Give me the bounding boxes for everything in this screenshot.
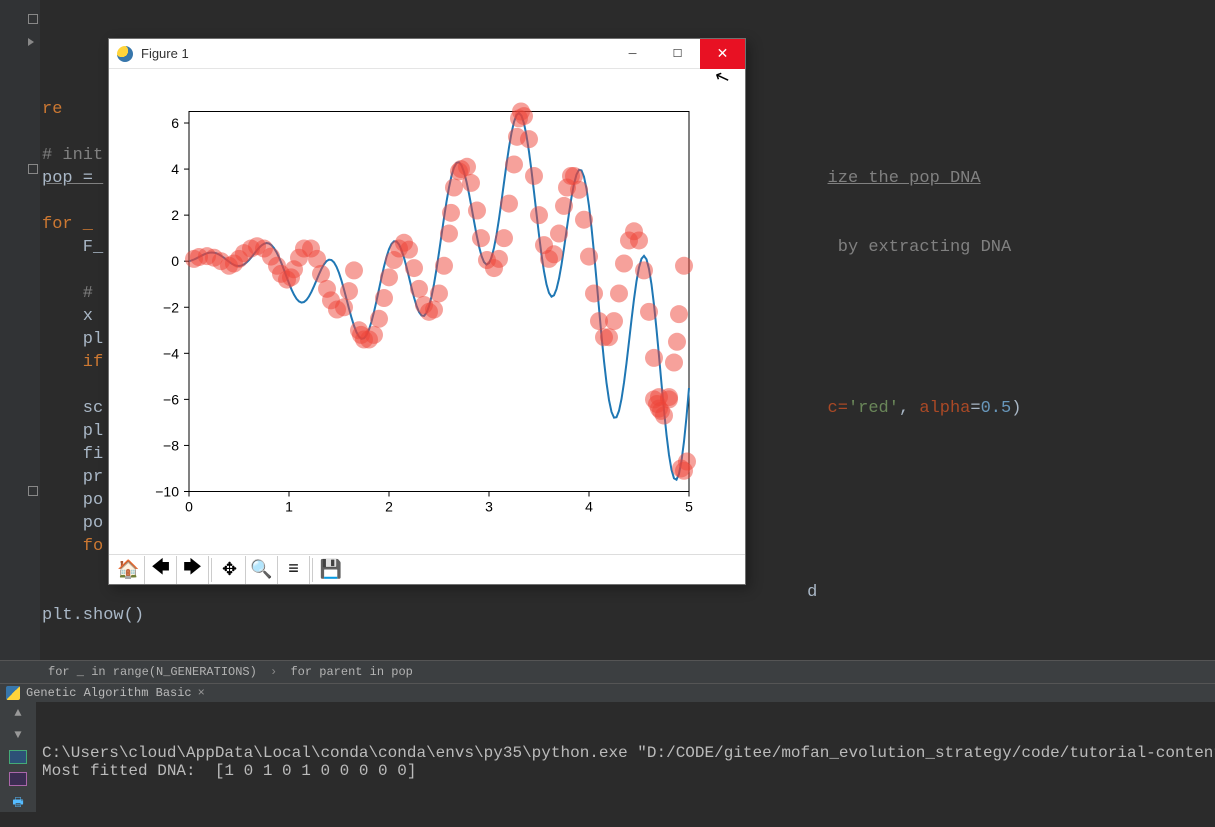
toggle-icon[interactable] (9, 750, 27, 764)
run-tab-label: Genetic Algorithm Basic (26, 686, 192, 700)
print-icon[interactable]: 🖶 (9, 794, 27, 812)
breadcrumb-item[interactable]: for parent in pop (290, 665, 412, 679)
breadcrumb-item[interactable]: for _ in range(N_GENERATIONS) (48, 665, 257, 679)
run-tool-tab[interactable]: Genetic Algorithm Basic × (0, 683, 1215, 702)
terminal-toolbar: ▲ ▼ 🖶 (0, 702, 36, 812)
zoom-icon[interactable]: 🔍 (246, 556, 278, 584)
fold-marker[interactable] (28, 486, 38, 496)
maximize-button[interactable]: ☐ (655, 39, 700, 69)
svg-text:−4: −4 (163, 345, 179, 361)
back-icon[interactable]: 🡄 (145, 556, 177, 584)
svg-text:2: 2 (171, 207, 179, 223)
matplotlib-icon (117, 46, 133, 62)
svg-text:6: 6 (171, 115, 179, 131)
figure-canvas[interactable]: −10 −8 −6 −4 −2 0 2 4 6 0 1 2 3 4 5 (109, 69, 745, 554)
figure-toolbar: 🏠 🡄 🡆 ✥ 🔍 ≡ 💾 (109, 554, 745, 584)
editor-gutter (0, 0, 40, 660)
svg-text:1: 1 (285, 499, 293, 515)
svg-text:−2: −2 (163, 299, 179, 315)
stop-icon[interactable]: ▼ (9, 728, 27, 742)
toggle-icon[interactable] (9, 772, 27, 786)
fold-marker[interactable] (28, 164, 38, 174)
svg-text:5: 5 (685, 499, 693, 515)
chevron-right-icon: › (270, 665, 277, 679)
svg-text:4: 4 (171, 161, 179, 177)
save-icon[interactable]: 💾 (315, 556, 347, 584)
figure-title: Figure 1 (141, 46, 610, 61)
pan-icon[interactable]: ✥ (214, 556, 246, 584)
svg-text:0: 0 (171, 253, 179, 269)
svg-text:3: 3 (485, 499, 493, 515)
terminal-line: C:\Users\cloud\AppData\Local\conda\conda… (42, 744, 1215, 762)
terminal-line: Most fitted DNA: [1 0 1 0 1 0 0 0 0 0] (42, 762, 416, 780)
forward-icon[interactable]: 🡆 (177, 556, 209, 584)
svg-text:−10: −10 (155, 484, 179, 500)
figure-window[interactable]: Figure 1 ─ ☐ ✕ −10 −8 −6 −4 −2 0 2 4 6 0 1 2 3 4 5 🏠 🡄… (108, 38, 746, 585)
svg-text:−6: −6 (163, 391, 179, 407)
breadcrumb[interactable]: for _ in range(N_GENERATIONS) › for pare… (0, 660, 1215, 683)
close-button[interactable]: ✕ (700, 39, 745, 69)
fold-marker[interactable] (28, 14, 38, 24)
fold-marker[interactable] (28, 38, 34, 46)
close-icon[interactable]: × (198, 686, 205, 700)
rerun-icon[interactable]: ▲ (9, 706, 27, 720)
svg-text:2: 2 (385, 499, 393, 515)
svg-text:−8: −8 (163, 437, 179, 453)
home-icon[interactable]: 🏠 (113, 556, 145, 584)
configure-icon[interactable]: ≡ (278, 556, 310, 584)
svg-text:4: 4 (585, 499, 593, 515)
terminal-output[interactable]: ▲ ▼ 🖶 C:\Users\cloud\AppData\Local\conda… (0, 702, 1215, 812)
svg-text:0: 0 (185, 499, 193, 515)
minimize-button[interactable]: ─ (610, 39, 655, 69)
python-icon (6, 686, 20, 700)
figure-titlebar[interactable]: Figure 1 ─ ☐ ✕ (109, 39, 745, 69)
